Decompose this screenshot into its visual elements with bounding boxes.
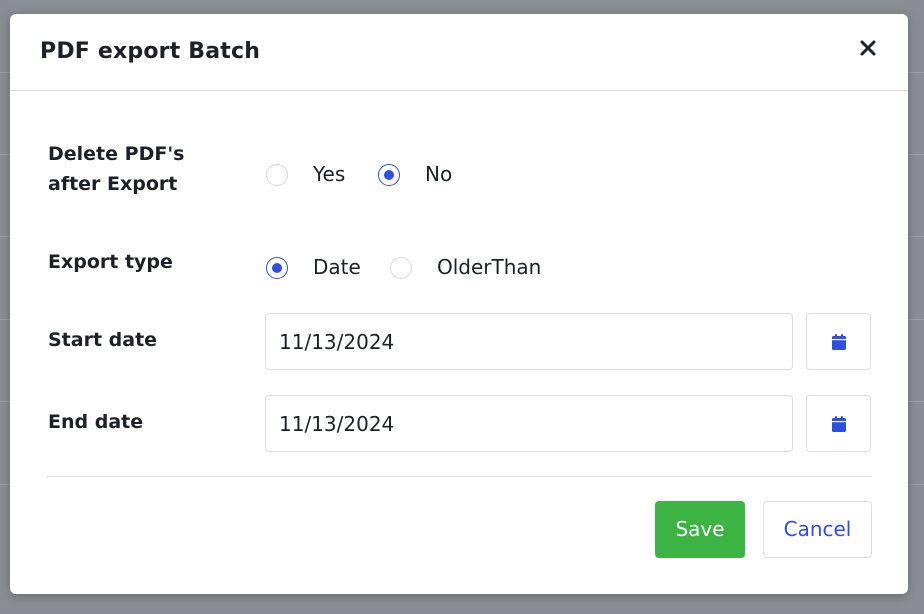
end-date-input[interactable]: [265, 395, 793, 452]
start-date-picker-button[interactable]: [806, 313, 871, 370]
pdf-export-batch-dialog: PDF export Batch Delete PDF's after Expo…: [10, 14, 908, 594]
calendar-icon: [832, 416, 846, 432]
delete-pdfs-label: Delete PDF's after Export: [48, 139, 184, 199]
export-type-date-label[interactable]: Date: [313, 255, 361, 279]
delete-pdfs-label-line1: Delete PDF's: [48, 143, 185, 165]
export-type-olderthan-label[interactable]: OlderThan: [437, 255, 541, 279]
start-date-input[interactable]: [265, 313, 793, 370]
close-button[interactable]: [856, 36, 880, 60]
delete-pdfs-no-radio[interactable]: [378, 164, 400, 186]
start-date-label: Start date: [48, 329, 158, 351]
end-date-picker-button[interactable]: [806, 395, 871, 452]
export-type-date-radio[interactable]: [266, 257, 288, 279]
delete-pdfs-yes-radio[interactable]: [266, 164, 288, 186]
delete-pdfs-yes-label[interactable]: Yes: [313, 162, 345, 186]
delete-pdfs-no-label[interactable]: No: [425, 162, 452, 186]
dialog-title: PDF export Batch: [40, 39, 261, 64]
close-icon: [860, 40, 876, 56]
calendar-icon: [832, 334, 846, 350]
save-button[interactable]: Save: [655, 501, 745, 558]
delete-pdfs-label-line2: after Export: [48, 173, 178, 195]
export-type-label: Export type: [48, 251, 173, 273]
cancel-button[interactable]: Cancel: [763, 501, 872, 558]
footer-divider: [46, 476, 872, 477]
dialog-header: PDF export Batch: [10, 14, 908, 91]
export-type-olderthan-radio[interactable]: [390, 257, 412, 279]
end-date-label: End date: [48, 411, 144, 433]
